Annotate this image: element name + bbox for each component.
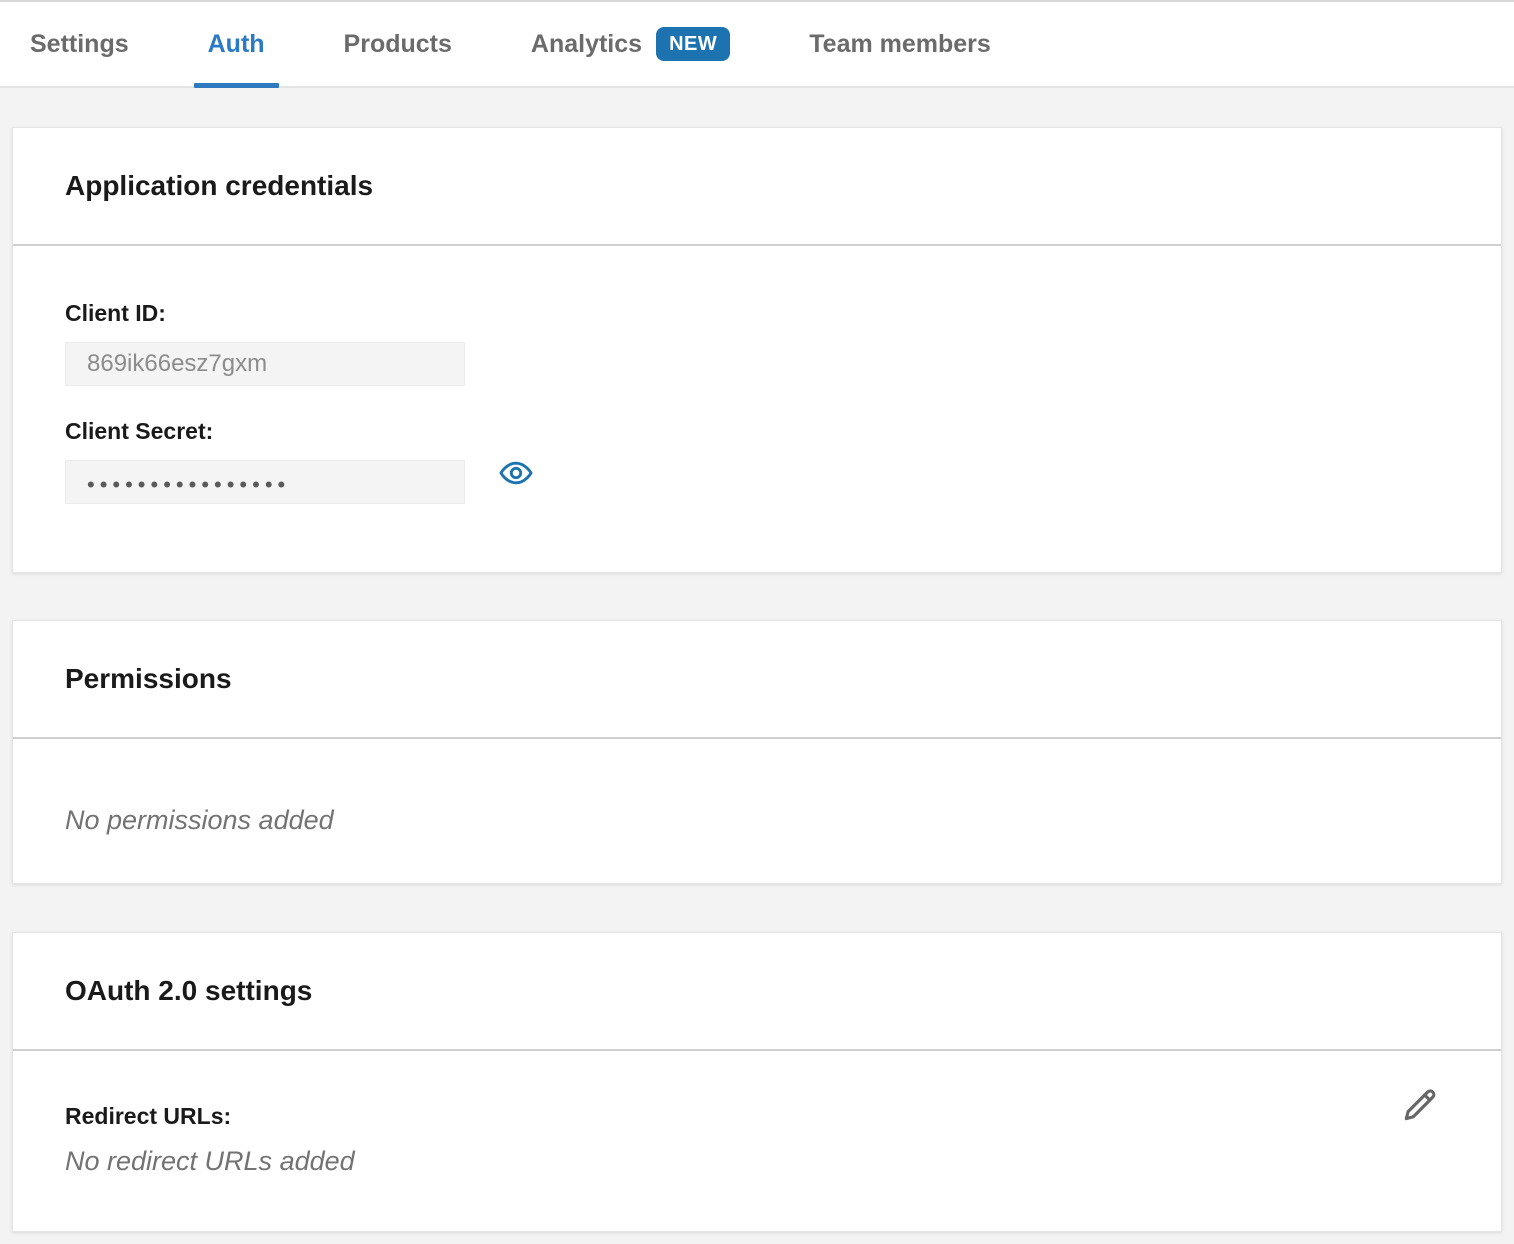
oauth-settings-body: Redirect URLs: No redirect URLs added	[13, 1051, 1501, 1177]
tab-analytics[interactable]: Analytics NEW	[517, 2, 744, 86]
oauth-settings-card: OAuth 2.0 settings Redirect URLs: No red…	[12, 932, 1502, 1232]
permissions-title: Permissions	[65, 663, 232, 695]
oauth-settings-title: OAuth 2.0 settings	[65, 975, 312, 1007]
client-secret-label: Client Secret:	[65, 418, 1449, 445]
pencil-icon	[1399, 1084, 1441, 1129]
redirect-urls-label: Redirect URLs:	[65, 1103, 1449, 1130]
tab-settings-label: Settings	[30, 30, 129, 59]
application-credentials-body: Client ID: 869ik66esz7gxm Client Secret:…	[13, 246, 1501, 504]
new-badge: NEW	[656, 27, 730, 61]
oauth-settings-header: OAuth 2.0 settings	[13, 933, 1501, 1051]
tab-team-members-label: Team members	[809, 30, 991, 59]
tab-products-label: Products	[344, 30, 452, 59]
tab-auth-label: Auth	[208, 30, 265, 59]
tab-settings[interactable]: Settings	[16, 2, 143, 86]
application-credentials-header: Application credentials	[13, 128, 1501, 246]
active-tab-underline	[194, 83, 279, 88]
permissions-card: Permissions No permissions added	[12, 620, 1502, 884]
redirect-urls-empty-text: No redirect URLs added	[65, 1146, 1449, 1177]
eye-icon	[499, 459, 533, 490]
permissions-body: No permissions added	[13, 739, 1501, 836]
tab-team-members[interactable]: Team members	[795, 2, 1005, 86]
application-credentials-card: Application credentials Client ID: 869ik…	[12, 127, 1502, 573]
client-secret-row: ••••••••••••••••	[65, 445, 1449, 504]
client-secret-field[interactable]: ••••••••••••••••	[65, 460, 465, 504]
permissions-header: Permissions	[13, 621, 1501, 739]
edit-redirect-urls-button[interactable]	[1397, 1083, 1443, 1129]
client-id-label: Client ID:	[65, 300, 1449, 327]
reveal-secret-button[interactable]	[498, 457, 534, 493]
tab-analytics-label: Analytics	[531, 30, 642, 59]
app-tab-bar: Settings Auth Products Analytics NEW Tea…	[0, 2, 1514, 88]
client-id-field[interactable]: 869ik66esz7gxm	[65, 342, 465, 386]
permissions-empty-text: No permissions added	[65, 805, 1449, 836]
application-credentials-title: Application credentials	[65, 170, 373, 202]
tab-products[interactable]: Products	[330, 2, 466, 86]
tab-auth[interactable]: Auth	[194, 2, 279, 86]
